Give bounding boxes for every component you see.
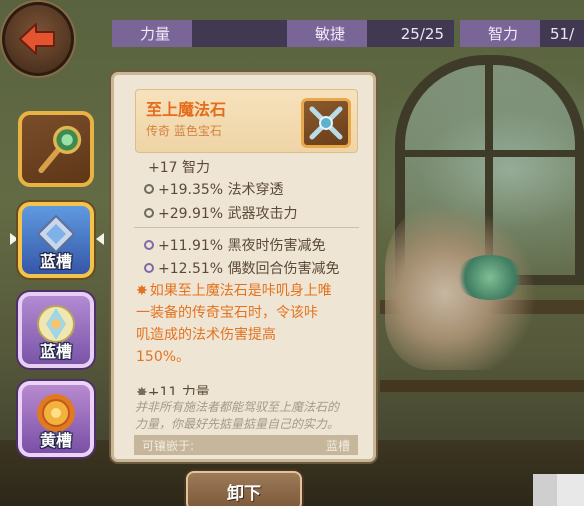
item-extra-stat-row: +11.91% 黑夜时伤害减免: [144, 235, 326, 255]
item-subtitle: 传奇 蓝色宝石: [146, 124, 222, 138]
item-header: 至上魔法石 传奇 蓝色宝石: [135, 89, 358, 153]
back-arrow-icon: [19, 23, 55, 55]
socket-bar: 可镶嵌于: 蓝槽: [134, 435, 358, 455]
ring-icon: [144, 208, 154, 218]
flavor-line: 力量，你最好先掂量掂量自己的实力。: [135, 417, 340, 431]
crossed-gem-icon: [309, 106, 343, 140]
item-icon: [301, 98, 351, 148]
item-base-stat: +17 智力: [148, 160, 210, 176]
stat-strength-label: 力量: [112, 20, 192, 47]
shelf-lower: [380, 380, 584, 392]
watermark: [533, 474, 584, 506]
unequip-button[interactable]: 卸下: [186, 471, 302, 506]
stat-agility: 敏捷 25/25: [287, 20, 454, 47]
stat-intelligence-value: 51/: [540, 20, 584, 47]
selection-arrow-left-icon: [10, 233, 18, 245]
item-footer: 并非所有施法者都能驾驭至上魔法石的 力量，你最好先掂量掂量自己的实力。 可镶嵌于…: [114, 395, 373, 459]
item-extra-stat-row: +12.51% 偶数回合伤害减免: [144, 258, 340, 278]
back-button[interactable]: [2, 2, 74, 76]
selection-arrow-right-icon: [96, 233, 104, 245]
stat-intelligence: 智力 51/: [460, 20, 584, 47]
stat-agility-value: 25/25: [367, 20, 454, 47]
green-gem-decoration: [455, 255, 525, 300]
item-stat-row: +29.91% 武器攻击力: [144, 203, 298, 223]
slot-blue[interactable]: 蓝槽: [18, 292, 94, 368]
staff-icon: [38, 125, 82, 174]
purple-ring-icon: [144, 263, 154, 273]
item-stat-text: +19.35% 法术穿透: [158, 182, 284, 198]
item-stat-text: +29.91% 武器攻击力: [158, 206, 298, 222]
slot-yellow[interactable]: 黄槽: [18, 381, 94, 457]
star-icon: ✸: [136, 283, 148, 299]
item-extra-stat-text: +12.51% 偶数回合伤害减免: [158, 261, 340, 277]
item-name: 至上魔法石: [146, 100, 227, 119]
socket-label: 可镶嵌于:: [142, 438, 195, 453]
stat-intelligence-label: 智力: [460, 20, 540, 47]
slot-blue-active-label: 蓝槽: [39, 252, 72, 271]
window-bar-horizontal: [395, 150, 584, 157]
special-line: 一装备的传奇宝石时，令该咔: [136, 305, 318, 321]
divider: [134, 227, 359, 228]
purple-ring-icon: [144, 240, 154, 250]
slot-blue-active[interactable]: 蓝槽: [18, 202, 94, 278]
special-line: 150%。: [136, 349, 191, 365]
item-flavor-text: 并非所有施法者都能驾驭至上魔法石的 力量，你最好先掂量掂量自己的实力。: [135, 399, 361, 433]
slot-weapon[interactable]: [18, 111, 94, 187]
item-stat-row: +19.35% 法术穿透: [144, 179, 284, 199]
slot-blue-label: 蓝槽: [39, 342, 72, 361]
item-special-effect: ✸ 如果至上魔法石是咔叽身上唯 一装备的传奇宝石时，令该咔 叽造成的法术伤害提高 …: [136, 280, 361, 368]
special-line: 叽造成的法术伤害提高: [136, 327, 276, 343]
stat-agility-label: 敏捷: [287, 20, 367, 47]
flavor-line: 并非所有施法者都能驾驭至上魔法石的: [135, 400, 340, 414]
item-detail-panel: 至上魔法石 传奇 蓝色宝石 +17 智力 +19.35% 法术穿透 +29.91…: [111, 72, 376, 462]
item-extra-stat-text: +11.91% 黑夜时伤害减免: [158, 238, 326, 254]
ring-icon: [144, 184, 154, 194]
special-line: ✸ 如果至上魔法石是咔叽身上唯: [136, 283, 332, 299]
socket-value: 蓝槽: [325, 438, 350, 453]
slot-yellow-label: 黄槽: [39, 431, 72, 450]
